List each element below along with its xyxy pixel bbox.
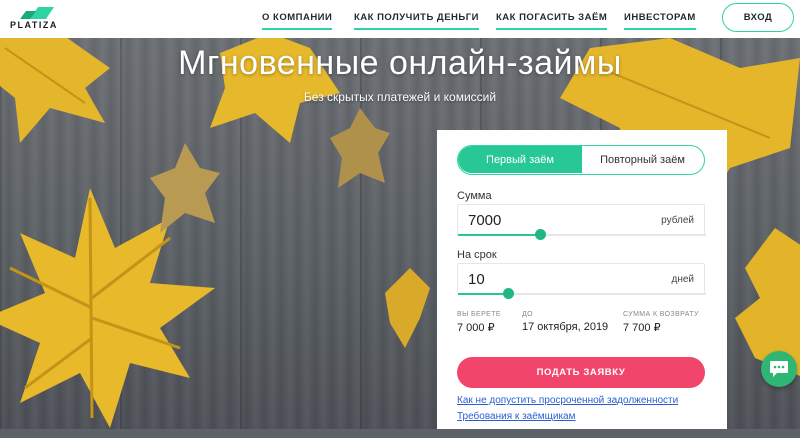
summary-caption-date: ДО [522,311,533,318]
nav-item-how-to-repay[interactable]: КАК ПОГАСИТЬ ЗАЁМ [496,12,608,30]
nav-item-how-to-get[interactable]: КАК ПОЛУЧИТЬ ДЕНЬГИ [354,12,479,30]
leaf-decoration-icon [385,268,430,348]
brand-name: PLATIZA [10,20,58,30]
leaf-decoration-icon [330,108,390,188]
leaf-decoration-icon [150,143,220,233]
chat-button[interactable] [761,351,797,387]
link-overdue-info[interactable]: Как не допустить просроченной задолженно… [457,395,678,406]
summary-caption-amount: ВЫ БЕРЕТЕ [457,311,501,318]
amount-unit: рублей [661,215,694,226]
loan-form: Первый заём Повторный заём Сумма 7000 ру… [437,130,727,429]
summary-value-amount: 7 000 ₽ [457,322,495,334]
login-button[interactable]: ВХОД [722,3,794,32]
tab-first-loan[interactable]: Первый заём [458,146,582,173]
amount-slider-handle[interactable] [534,229,546,240]
summary-value-date: 17 октября, 2019 [522,321,609,333]
nav-item-about[interactable]: О КОМПАНИИ [262,12,333,30]
amount-field[interactable]: 7000 рублей [457,204,706,240]
term-slider-track[interactable] [458,288,706,299]
nav-item-investors[interactable]: ИНВЕСТОРАМ [624,12,696,30]
summary-value-return: 7 700 ₽ [623,322,661,334]
page-subtitle: Без скрытых платежей и комиссий [303,90,497,104]
submit-application-button[interactable]: ПОДАТЬ ЗАЯВКУ [457,357,705,388]
chat-bubble-icon [770,361,788,377]
summary-caption-return: СУММА К ВОЗВРАТУ [623,311,699,318]
term-field[interactable]: 10 дней [457,263,706,299]
term-unit: дней [671,274,694,285]
page-title: Мгновенные онлайн-займы [178,44,622,82]
term-slider-fill [458,293,508,295]
term-label: На срок [457,249,497,261]
amount-label: Сумма [457,190,492,202]
loan-type-tabs: Первый заём Повторный заём [457,145,705,175]
link-borrower-requirements[interactable]: Требования к заёмщикам [457,411,576,422]
term-value: 10 [468,271,485,288]
site-header: PLATIZA О КОМПАНИИ КАК ПОЛУЧИТЬ ДЕНЬГИ К… [0,0,800,38]
amount-slider-track[interactable] [458,229,706,240]
amount-slider-fill [458,234,540,236]
tab-repeat-loan[interactable]: Повторный заём [582,146,703,173]
term-slider-handle[interactable] [502,288,514,299]
amount-value: 7000 [468,212,502,229]
